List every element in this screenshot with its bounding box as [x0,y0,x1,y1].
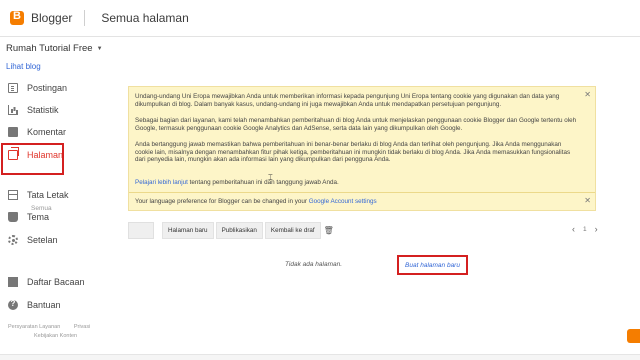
language-notice: Your language preference for Blogger can… [135,198,579,206]
sidebar-item-label: Statistik [27,105,59,115]
sidebar-item-help[interactable]: Bantuan [0,296,120,314]
notice-divider [129,192,595,193]
learn-more-link[interactable]: Pelajari lebih lanjut [135,179,188,186]
posts-icon [8,83,18,93]
sidebar-item-settings[interactable]: Setelan [0,231,120,249]
bottom-edge [0,354,640,360]
learn-more-rest: tentang pemberitahuan ini dan tanggung j… [187,179,339,186]
comments-icon [8,127,18,137]
sidebar-item-label: Tata Letak [27,190,69,200]
page-number[interactable]: 1 [583,226,587,233]
header-divider [84,10,86,26]
next-page-icon[interactable]: › [595,224,598,234]
pagination: ‹ 1 › [572,224,598,234]
notice-paragraph-1: Undang-undang Uni Eropa mewajibkan Anda … [135,93,560,108]
top-bar: Blogger Semua halaman [0,0,640,37]
empty-state-message: Tidak ada halaman. [285,261,343,268]
sidebar-item-label: Komentar [27,127,67,137]
close-icon[interactable]: ✕ [584,196,591,205]
theme-icon [8,212,18,222]
prev-page-icon[interactable]: ‹ [572,224,575,234]
sidebar-item-layout[interactable]: Tata Letak [0,186,120,204]
sidebar-item-label: Bantuan [27,300,61,310]
layout-icon [8,190,18,200]
new-page-button[interactable]: Halaman baru [162,222,214,239]
select-all-checkbox[interactable] [128,222,154,239]
sidebar-item-label: Setelan [27,235,58,245]
sidebar-item-reading-list[interactable]: Daftar Bacaan [0,273,120,291]
eu-cookie-notice: Undang-undang Uni Eropa mewajibkan Anda … [128,86,596,211]
footer-links: Persyaratan Layanan Privasi Kebijakan Ko… [8,323,118,341]
trash-icon[interactable]: 🗑 [323,222,335,239]
sidebar: Rumah Tutorial Free ▼ Lihat blog Posting… [0,37,120,360]
revert-to-draft-button[interactable]: Kembali ke draf [264,222,321,239]
caret-down-icon: ▼ [96,45,103,52]
blogger-dashboard: Blogger Semua halaman Rumah Tutorial Fre… [0,0,640,360]
reading-list-icon [8,277,18,287]
content-policy-link[interactable]: Kebijakan Konten [34,333,77,339]
close-icon[interactable]: ✕ [584,90,591,99]
sidebar-item-label: Daftar Bacaan [27,277,85,287]
account-settings-link[interactable]: Google Account settings [309,198,377,205]
sidebar-item-posts[interactable]: Postingan [0,79,120,97]
language-text: Your language preference for Blogger can… [135,198,309,205]
sidebar-item-stats[interactable]: Statistik [0,101,120,119]
help-icon [8,299,18,310]
privacy-link[interactable]: Privasi [74,324,91,330]
settings-icon [8,235,18,245]
sidebar-item-label: Tema [27,212,50,222]
brand-name[interactable]: Blogger [31,11,72,25]
blog-selector[interactable]: Rumah Tutorial Free ▼ [6,43,103,54]
blogger-logo-icon[interactable] [10,10,24,25]
notice-learn-more: Pelajari lebih lanjut tentang pemberitah… [135,179,579,187]
stats-icon [8,105,18,115]
text-cursor-icon: ⌶ [268,173,273,182]
pages-toolbar: Halaman baru Publikasikan Kembali ke dra… [128,222,335,239]
terms-link[interactable]: Persyaratan Layanan [8,324,60,330]
sidebar-item-comments[interactable]: Komentar [0,123,120,141]
publish-button[interactable]: Publikasikan [215,222,263,239]
feedback-tab[interactable] [627,329,640,343]
create-new-page-link[interactable]: Buat halaman baru [397,255,468,275]
blog-name: Rumah Tutorial Free [6,43,93,54]
notice-paragraph-2: Sebagai bagian dari layanan, kami telah … [135,117,577,132]
notice-paragraph-3: Anda bertanggung jawab memastikan bahwa … [135,141,571,164]
view-blog-link[interactable]: Lihat blog [6,62,41,71]
sidebar-item-label: Postingan [27,83,68,93]
highlight-box-pages [1,143,64,175]
sidebar-item-theme[interactable]: Tema [0,208,120,226]
page-title: Semua halaman [101,11,189,25]
